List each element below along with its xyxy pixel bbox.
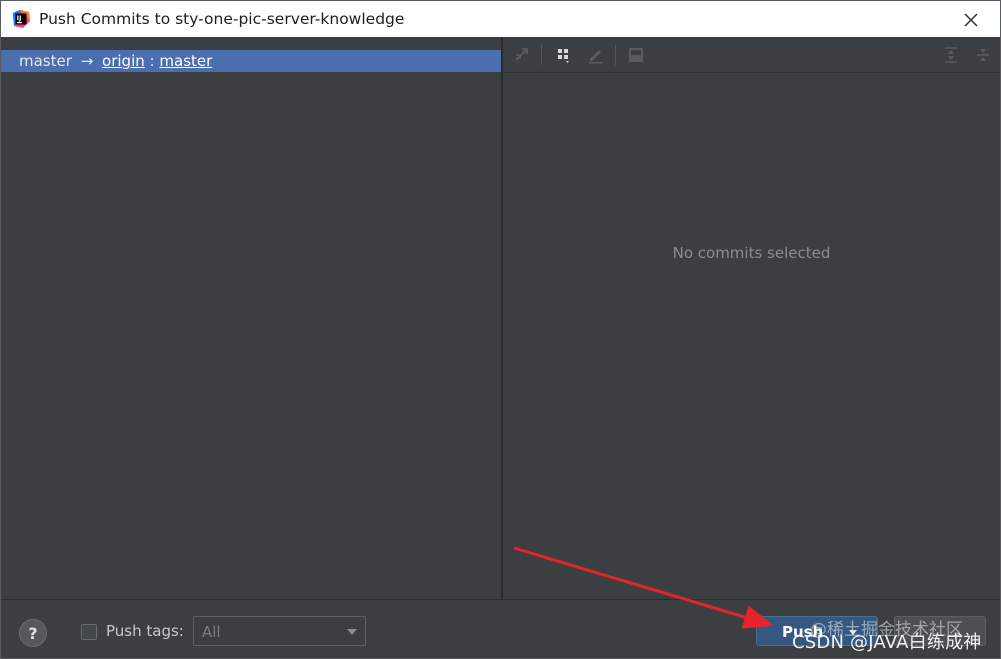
edit-icon[interactable] bbox=[585, 45, 607, 65]
cancel-button[interactable] bbox=[894, 616, 986, 646]
title-bar: IJ Push Commits to sty-one-pic-server-kn… bbox=[1, 1, 1000, 37]
dialog-title: Push Commits to sty-one-pic-server-knowl… bbox=[39, 10, 405, 28]
collapse-all-icon[interactable] bbox=[972, 45, 994, 65]
push-button[interactable]: Push bbox=[756, 616, 878, 646]
cherry-pick-icon[interactable] bbox=[511, 45, 533, 65]
commit-details-panel: No commits selected bbox=[503, 37, 1000, 599]
push-tags-checkbox[interactable] bbox=[81, 624, 97, 640]
details-toolbar bbox=[503, 37, 1000, 73]
remote-branch-link[interactable]: master bbox=[159, 52, 212, 70]
remote-link[interactable]: origin bbox=[102, 52, 145, 70]
push-arrow-icon: → bbox=[80, 52, 94, 70]
intellij-idea-icon: IJ bbox=[11, 9, 31, 29]
expand-all-icon[interactable] bbox=[940, 45, 962, 65]
toolbar-separator bbox=[541, 45, 542, 65]
chevron-down-icon bbox=[347, 629, 357, 635]
tags-select[interactable]: All bbox=[193, 616, 366, 646]
branch-separator: : bbox=[149, 52, 155, 70]
commits-tree-panel: master → origin : master bbox=[1, 37, 501, 599]
svg-text:IJ: IJ bbox=[17, 14, 22, 22]
push-button-label: Push bbox=[782, 623, 824, 641]
push-commits-dialog: IJ Push Commits to sty-one-pic-server-kn… bbox=[0, 0, 1001, 659]
empty-state-text: No commits selected bbox=[672, 244, 831, 262]
group-by-icon[interactable] bbox=[553, 45, 575, 65]
save-icon[interactable] bbox=[625, 45, 647, 65]
dialog-footer: ? Push tags: All Push bbox=[1, 599, 1000, 658]
help-button[interactable]: ? bbox=[19, 619, 47, 647]
toolbar-separator bbox=[615, 45, 616, 65]
branch-push-row[interactable]: master → origin : master bbox=[1, 50, 501, 72]
local-branch-label: master bbox=[19, 52, 72, 70]
tags-select-value: All bbox=[202, 623, 221, 641]
close-icon[interactable] bbox=[959, 9, 983, 31]
push-tags-label[interactable]: Push tags: bbox=[106, 622, 184, 640]
chevron-down-icon[interactable] bbox=[849, 630, 857, 635]
